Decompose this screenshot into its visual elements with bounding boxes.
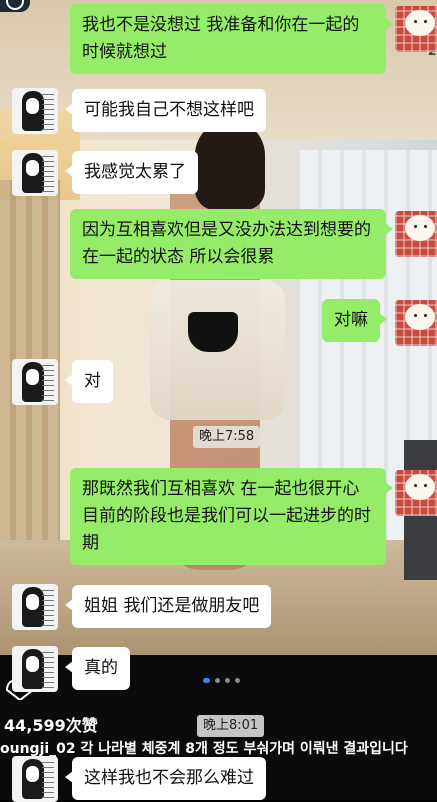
message-text: 姐姐 我们还是做朋友吧 [84, 596, 260, 616]
anime-girl-avatar[interactable] [12, 88, 58, 134]
message-text: 我也不是没想过 我准备和你在一起的时候就想过 [82, 15, 360, 62]
message-bubble-received[interactable]: 对 [65, 360, 113, 403]
timestamp: 晚上7:58 [193, 426, 261, 448]
anime-girl-avatar[interactable] [12, 584, 58, 630]
message-text: 那既然我们互相喜欢 在一起也很开心 目前的阶段也是我们可以一起进步的时期 [82, 479, 371, 553]
message-text: 因为互相喜欢但是又没办法达到想要的在一起的状态 所以会很累 [82, 220, 371, 267]
timestamp: 晚上8:01 [197, 715, 265, 737]
message-bubble-sent[interactable]: 我也不是没想过 我准备和你在一起的时候就想过 [70, 4, 393, 74]
sheep-plush-avatar[interactable] [395, 6, 437, 52]
sheep-plush-avatar[interactable] [395, 211, 437, 257]
anime-girl-avatar[interactable] [12, 646, 58, 692]
message-bubble-received[interactable]: 姐姐 我们还是做朋友吧 [64, 585, 272, 628]
video-comment: oungji_02 각 나라별 체중계 8개 정도 부숴가며 이뤄낸 결과입니다 [0, 741, 408, 757]
message-bubble-received[interactable]: 我感觉太累了 [65, 151, 198, 194]
message-bubble-received[interactable]: 可能我自己不想这样吧 [65, 89, 266, 132]
message-bubble-received[interactable]: 真的 [65, 647, 130, 690]
person-hair [195, 120, 265, 210]
sheep-plush-avatar[interactable] [395, 470, 437, 516]
message-text: 对嘛 [334, 310, 368, 330]
message-bubble-sent[interactable]: 对嘛 [322, 299, 387, 342]
message-bubble-received[interactable]: 这样我也不会那么难过 [65, 757, 266, 800]
message-text: 我感觉太累了 [84, 162, 186, 182]
message-text: 真的 [84, 658, 118, 678]
anime-girl-avatar[interactable] [12, 359, 58, 405]
anime-girl-avatar[interactable] [12, 756, 58, 802]
likes-count: 44,599次赞 [4, 716, 98, 735]
person-briefs [188, 312, 238, 352]
anime-girl-avatar[interactable] [12, 150, 58, 196]
message-bubble-sent[interactable]: 那既然我们互相喜欢 在一起也很开心 目前的阶段也是我们可以一起进步的时期 [70, 468, 393, 565]
corner-avatar-icon [0, 0, 30, 12]
sheep-plush-avatar[interactable] [395, 300, 437, 346]
carousel-dots [203, 678, 240, 683]
message-bubble-sent[interactable]: 因为互相喜欢但是又没办法达到想要的在一起的状态 所以会很累 [70, 209, 393, 279]
message-text: 对 [84, 371, 101, 391]
message-text: 这样我也不会那么难过 [84, 768, 254, 788]
message-text: 可能我自己不想这样吧 [84, 100, 254, 120]
